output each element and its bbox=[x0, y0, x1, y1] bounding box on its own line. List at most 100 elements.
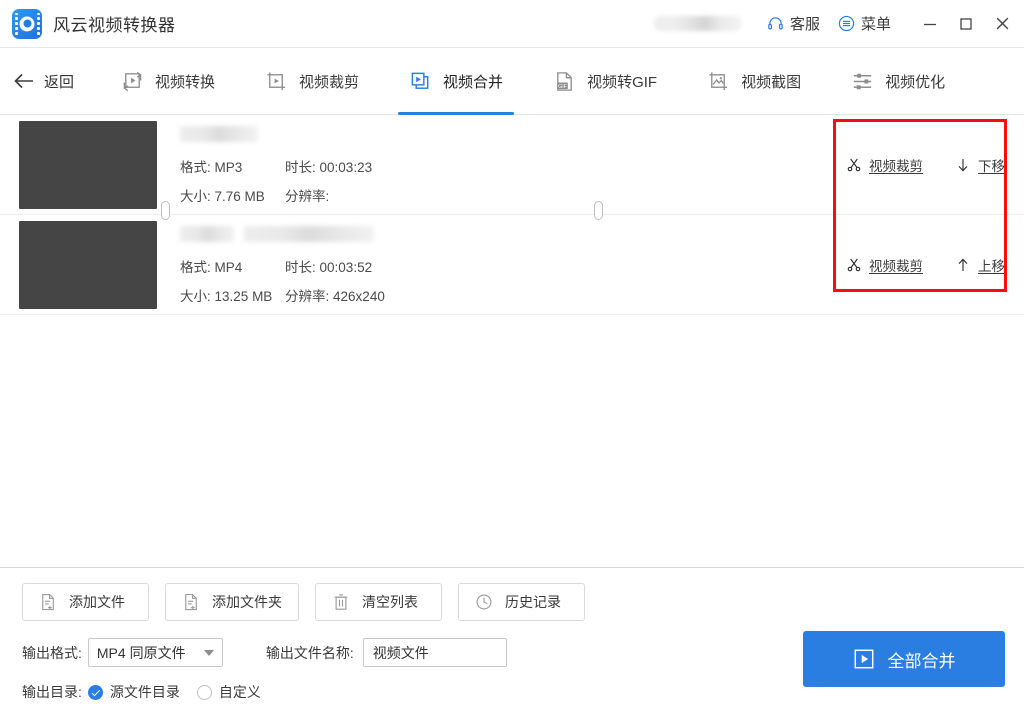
merge-all-label: 全部合并 bbox=[887, 651, 956, 671]
minimize-icon bbox=[924, 23, 936, 25]
app-brand: 风云视频转换器 bbox=[0, 8, 176, 39]
row-move-label: 下移 bbox=[978, 159, 1005, 174]
value-size: 7.76 MB bbox=[214, 189, 265, 204]
row-move-down-button[interactable]: 下移 bbox=[955, 155, 1005, 175]
bottom-bar: 添加文件 添加文件夹 清空列表 历史记录 输出格式: MP4 同原文件 输出文件… bbox=[0, 567, 1024, 720]
value-format: MP4 bbox=[214, 260, 243, 275]
tab-label: 视频合并 bbox=[443, 73, 504, 91]
value-format: MP3 bbox=[214, 160, 243, 175]
output-name-input[interactable] bbox=[362, 638, 507, 667]
maximize-icon bbox=[960, 17, 972, 30]
window-controls bbox=[912, 4, 1020, 44]
close-icon bbox=[996, 17, 1008, 30]
play-square-icon bbox=[854, 649, 873, 669]
scissors-icon bbox=[847, 158, 861, 172]
close-button[interactable] bbox=[984, 4, 1020, 44]
value-resolution: 426x240 bbox=[333, 289, 385, 304]
row-move-up-button[interactable]: 上移 bbox=[955, 255, 1005, 275]
account-name-blurred[interactable] bbox=[653, 16, 742, 31]
label-format: 格式: bbox=[180, 260, 211, 275]
value-duration: 00:03:52 bbox=[319, 260, 373, 275]
table-row[interactable]: 格式: MP3 时长: 00:03:23 大小: 7.76 MB 分辨率: 视频… bbox=[0, 115, 1024, 215]
file-list: 格式: MP3 时长: 00:03:23 大小: 7.76 MB 分辨率: 视频… bbox=[0, 115, 1024, 567]
tab-label: 视频转GIF bbox=[587, 73, 658, 91]
label-resolution: 分辨率: bbox=[285, 289, 330, 304]
label-resolution: 分辨率: bbox=[285, 189, 330, 204]
row-actions: 视频裁剪 上移 bbox=[846, 215, 1024, 315]
menu-label: 菜单 bbox=[860, 16, 891, 33]
file-action-buttons: 添加文件 添加文件夹 清空列表 历史记录 bbox=[0, 568, 1024, 621]
row-crop-label: 视频裁剪 bbox=[869, 159, 923, 174]
output-name-label: 输出文件名称: bbox=[265, 644, 354, 661]
scissors-icon bbox=[847, 258, 861, 272]
image-capture-icon bbox=[709, 71, 728, 90]
gif-file-icon: GIF bbox=[557, 71, 572, 91]
tab-video-convert[interactable]: 视频转换 bbox=[96, 48, 240, 114]
add-folder-button[interactable]: 添加文件夹 bbox=[165, 583, 299, 621]
chevron-down-icon bbox=[203, 649, 214, 656]
radio-checked-icon bbox=[87, 684, 103, 700]
app-logo-film-record-icon bbox=[12, 8, 42, 39]
tab-video-screenshot[interactable]: 视频截图 bbox=[682, 48, 826, 114]
radio-source-dir[interactable]: 源文件目录 bbox=[87, 682, 180, 702]
video-merge-icon bbox=[411, 72, 429, 89]
tab-video-merge[interactable]: 视频合并 bbox=[384, 48, 528, 115]
output-format-label: 输出格式: bbox=[22, 644, 82, 661]
clear-list-button[interactable]: 清空列表 bbox=[315, 583, 442, 621]
tab-video-optimize[interactable]: 视频优化 bbox=[826, 48, 970, 114]
row-drag-handle-right[interactable] bbox=[594, 201, 603, 220]
tab-label: 视频优化 bbox=[885, 73, 946, 91]
label-duration: 时长: bbox=[285, 260, 316, 275]
support-button[interactable]: 客服 bbox=[758, 13, 829, 34]
tab-video-to-gif[interactable]: GIF 视频转GIF bbox=[528, 48, 682, 114]
arrow-down-icon bbox=[958, 159, 968, 172]
value-size: 13.25 MB bbox=[214, 289, 273, 304]
radio-custom-dir[interactable]: 自定义 bbox=[196, 682, 261, 702]
radio-source-dir-label: 源文件目录 bbox=[109, 684, 180, 700]
merge-all-button[interactable]: 全部合并 bbox=[803, 631, 1005, 687]
history-label: 历史记录 bbox=[505, 594, 561, 610]
row-crop-label: 视频裁剪 bbox=[869, 259, 923, 274]
nav-bar: 返回 视频转换 视频裁剪 视频合并 GIF 视频转GIF 视频截图 视频优化 bbox=[0, 48, 1024, 115]
row-actions: 视频裁剪 下移 bbox=[846, 115, 1024, 215]
add-file-button[interactable]: 添加文件 bbox=[22, 583, 149, 621]
back-button[interactable]: 返回 bbox=[0, 48, 88, 114]
minimize-button[interactable] bbox=[912, 4, 948, 44]
application-window: 风云视频转换器 客服 菜单 返回 视频转换 视频裁剪 视频合并 GIF 视频转G… bbox=[0, 0, 1024, 720]
support-label: 客服 bbox=[789, 16, 820, 33]
arrow-left-icon bbox=[14, 73, 33, 89]
video-thumbnail bbox=[19, 220, 157, 309]
table-row[interactable]: 格式: MP4 时长: 00:03:52 大小: 13.25 MB 分辨率: 4… bbox=[0, 215, 1024, 315]
title-bar-right: 客服 菜单 bbox=[653, 0, 1024, 48]
tab-label: 视频转换 bbox=[155, 73, 216, 91]
list-menu-icon bbox=[838, 15, 855, 32]
add-file-label: 添加文件 bbox=[69, 594, 125, 610]
maximize-button[interactable] bbox=[948, 4, 984, 44]
label-size: 大小: bbox=[180, 189, 211, 204]
row-drag-handle-left[interactable] bbox=[161, 201, 170, 220]
title-bar: 风云视频转换器 客服 菜单 bbox=[0, 0, 1024, 48]
menu-button[interactable]: 菜单 bbox=[829, 13, 900, 34]
label-format: 格式: bbox=[180, 160, 211, 175]
tab-label: 视频截图 bbox=[741, 73, 802, 91]
radio-custom-dir-label: 自定义 bbox=[218, 684, 261, 700]
label-size: 大小: bbox=[180, 289, 211, 304]
sliders-icon bbox=[853, 73, 872, 89]
headset-icon bbox=[768, 17, 783, 30]
radio-unchecked-icon bbox=[196, 684, 212, 700]
svg-text:GIF: GIF bbox=[558, 83, 568, 89]
output-format-select[interactable]: MP4 同原文件 bbox=[87, 638, 223, 667]
clear-list-label: 清空列表 bbox=[362, 594, 418, 610]
history-button[interactable]: 历史记录 bbox=[458, 583, 585, 621]
arrow-up-icon bbox=[958, 258, 968, 271]
row-crop-button[interactable]: 视频裁剪 bbox=[846, 155, 923, 175]
tab-label: 视频裁剪 bbox=[299, 73, 360, 91]
row-move-label: 上移 bbox=[978, 259, 1005, 274]
video-crop-icon bbox=[267, 71, 286, 90]
video-convert-icon bbox=[123, 71, 142, 91]
add-folder-label: 添加文件夹 bbox=[212, 594, 282, 610]
video-thumbnail bbox=[19, 120, 157, 209]
row-crop-button[interactable]: 视频裁剪 bbox=[846, 255, 923, 275]
tab-video-crop[interactable]: 视频裁剪 bbox=[240, 48, 384, 114]
add-file-icon bbox=[42, 593, 54, 611]
